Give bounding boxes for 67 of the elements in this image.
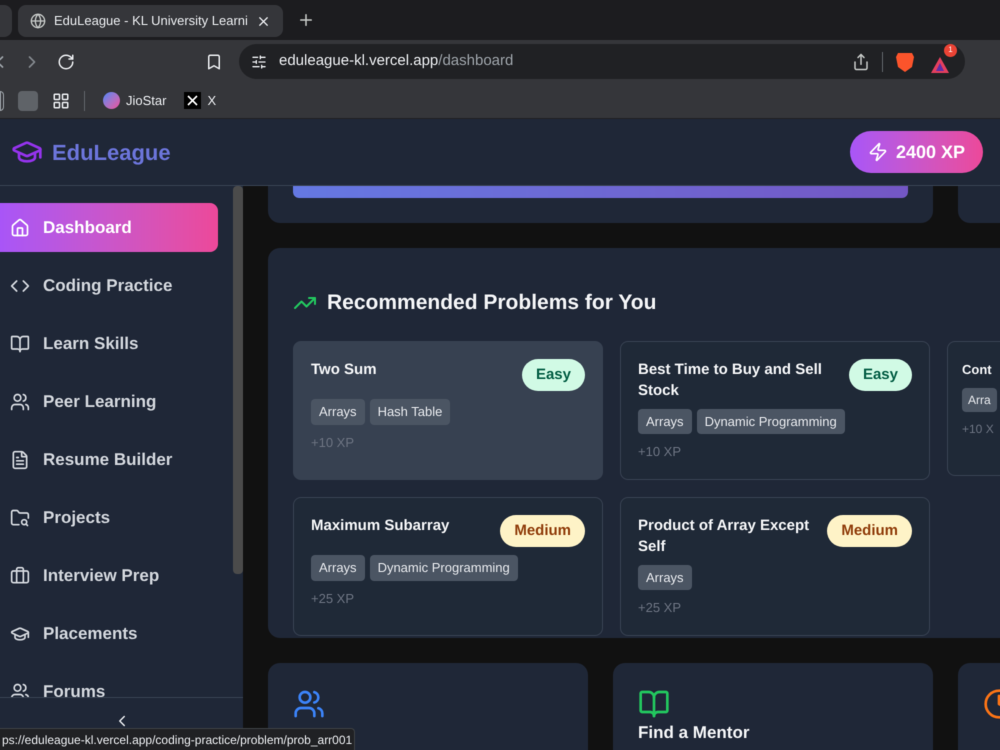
globe-icon (30, 13, 46, 29)
tag-chip: Arrays (311, 399, 365, 424)
home-icon (10, 218, 30, 238)
book-icon (638, 688, 670, 720)
nav-item[interactable]: Interview Prep (0, 551, 218, 600)
nav-item[interactable]: Peer Learning (0, 377, 218, 426)
lion-shield-icon[interactable] (895, 50, 915, 72)
problem-title: Two Sum (311, 360, 378, 380)
nav-item[interactable]: Projects (0, 493, 218, 542)
xp-button[interactable]: 2400 XP (850, 131, 983, 173)
xp-reward: +25 XP (638, 599, 682, 617)
scrollbar-thumb[interactable] (233, 186, 243, 574)
tag-chip: Dynamic Programming (370, 555, 518, 580)
book-icon (10, 334, 30, 354)
tag-chip: Hash Table (370, 399, 450, 424)
xp-reward: +10 XP (638, 443, 682, 461)
briefcase-icon (10, 566, 30, 586)
tag-chip: Arrays (638, 408, 692, 434)
tag-chip: Arra (962, 388, 997, 412)
problem-card[interactable]: Maximum Subarray Medium Arrays Dynamic Programming +25 XP (293, 496, 603, 636)
nav-item[interactable]: Placements (0, 609, 218, 658)
apps-icon[interactable] (52, 92, 70, 110)
tab-title: EduLeague - KL University Learni (54, 12, 248, 30)
difficulty-badge: Medium (827, 514, 912, 547)
xp-reward: +25 XP (311, 590, 354, 608)
xp-reward: +10 X (962, 420, 994, 438)
address-bar[interactable]: eduleague-kl.vercel.app/dashboard 1 (239, 44, 965, 79)
site-settings-icon[interactable] (251, 54, 267, 70)
tag-chip: Arrays (638, 564, 692, 590)
lightning-icon (868, 142, 888, 162)
reload-icon[interactable] (57, 52, 75, 70)
tag-chip: Arrays (311, 555, 365, 580)
users-icon (10, 392, 30, 412)
folder-search-icon (10, 508, 30, 528)
difficulty-badge: Medium (500, 514, 585, 547)
bookmark-item[interactable]: JioStar (99, 90, 170, 110)
problem-title: Maximum Subarray (311, 516, 450, 536)
bookmark-icon[interactable] (205, 52, 223, 70)
brand-name: EduLeague (52, 138, 171, 167)
users-icon (293, 688, 325, 720)
feature-title: Find a Mentor (638, 723, 750, 743)
problem-title: Cont (962, 360, 992, 378)
nav-item[interactable]: Dashboard (0, 203, 218, 252)
x-logo-icon (184, 92, 202, 109)
problem-card[interactable]: Product of Array Except Self Medium Arrays +25 XP (620, 496, 930, 636)
problem-card[interactable]: Cont Arra +10 X (947, 340, 1000, 476)
notification-badge: 1 (944, 44, 957, 56)
document-icon (10, 450, 30, 470)
status-url: ps://eduleague-kl.vercel.app/coding-practice/problem/prob_arr001 (0, 728, 356, 750)
feature-card[interactable]: Find a Mentor (613, 663, 933, 750)
browser-tab[interactable]: EduLeague - KL University Learni (18, 5, 283, 37)
bookmark-item[interactable]: X (180, 90, 220, 110)
nav-item[interactable]: Forums (0, 667, 218, 697)
problem-title: Product of Array Except Self (638, 516, 810, 556)
difficulty-badge: Easy (522, 358, 585, 391)
section-title: Recommended Problems for You (327, 290, 656, 316)
problem-title: Best Time to Buy and Sell Stock (638, 360, 823, 400)
tag-chip: Dynamic Programming (696, 408, 845, 434)
difficulty-badge: Easy (848, 358, 912, 391)
problem-card[interactable]: Best Time to Buy and Sell Stock Easy Arrays Dynamic Programming +10 XP (620, 340, 930, 480)
sparkle-icon (103, 92, 120, 109)
triangle-icon[interactable] (930, 56, 950, 74)
share-icon[interactable] (852, 52, 870, 70)
nav-item[interactable]: Resume Builder (0, 435, 218, 484)
users-icon (10, 682, 30, 697)
nav-item[interactable]: Coding Practice (0, 261, 218, 310)
nav-item[interactable]: Learn Skills (0, 319, 218, 368)
